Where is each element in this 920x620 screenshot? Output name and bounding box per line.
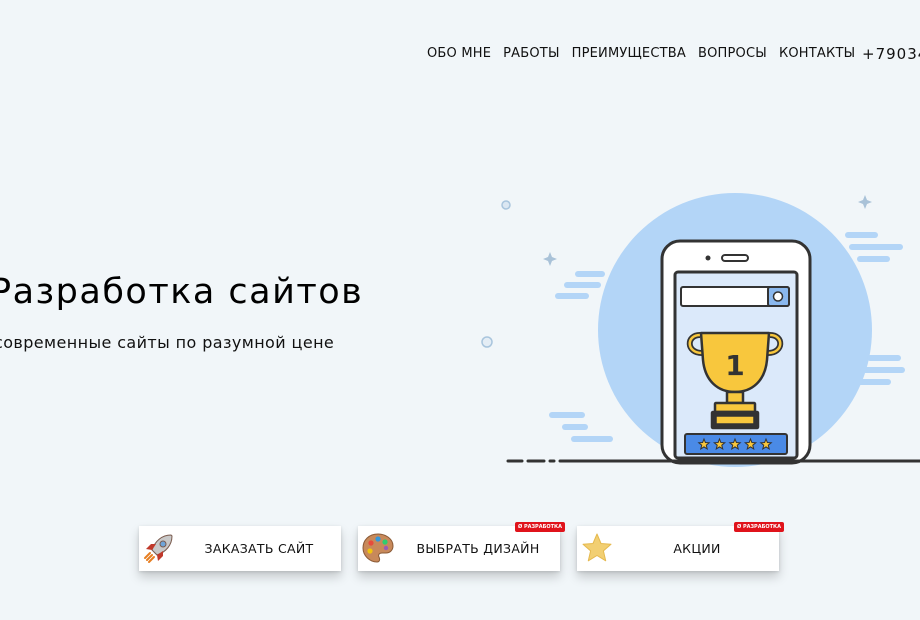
palette-icon <box>362 533 394 563</box>
brand-badge: Ø РАЗРАБОТКА <box>514 522 565 532</box>
nav-item-works[interactable]: РАБОТЫ <box>503 46 560 61</box>
nav-item-contacts[interactable]: КОНТАКТЫ <box>779 46 855 61</box>
order-site-label: ЗАКАЗАТЬ САЙТ <box>204 541 314 556</box>
order-site-button[interactable]: ЗАКАЗАТЬ САЙТ <box>139 526 341 571</box>
sparkle-dot <box>481 336 493 348</box>
promotions-label: АКЦИИ <box>673 541 721 556</box>
hero-subtitle: современные сайты по разумной цене <box>0 333 335 352</box>
nav-item-about[interactable]: ОБО МНЕ <box>427 46 491 61</box>
phone-illustration: 1 <box>660 239 812 465</box>
rocket-icon <box>144 534 173 563</box>
sparkle-icon <box>858 195 872 209</box>
sparkle-dot <box>501 200 511 210</box>
promotions-button[interactable]: АКЦИИ Ø РАЗРАБОТКА <box>577 522 784 571</box>
sparkle-icon <box>543 252 557 266</box>
brand-badge: Ø РАЗРАБОТКА <box>733 522 784 532</box>
choose-design-button[interactable]: ВЫБРАТЬ ДИЗАЙН Ø РАЗРАБОТКА <box>358 522 565 571</box>
star-icon <box>582 533 612 562</box>
nav-item-advantages[interactable]: ПРЕИМУЩЕСТВА <box>572 46 686 61</box>
hero-title: Разработка сайтов <box>0 272 364 312</box>
main-nav: ОБО МНЕ РАБОТЫ ПРЕИМУЩЕСТВА ВОПРОСЫ КОНТ… <box>427 46 855 61</box>
choose-design-label: ВЫБРАТЬ ДИЗАЙН <box>416 541 540 556</box>
phone-link[interactable]: +7903499 <box>862 45 920 63</box>
hero-illustration: 1 <box>501 193 920 467</box>
trophy-number: 1 <box>725 349 744 382</box>
nav-item-questions[interactable]: ВОПРОСЫ <box>698 46 767 61</box>
